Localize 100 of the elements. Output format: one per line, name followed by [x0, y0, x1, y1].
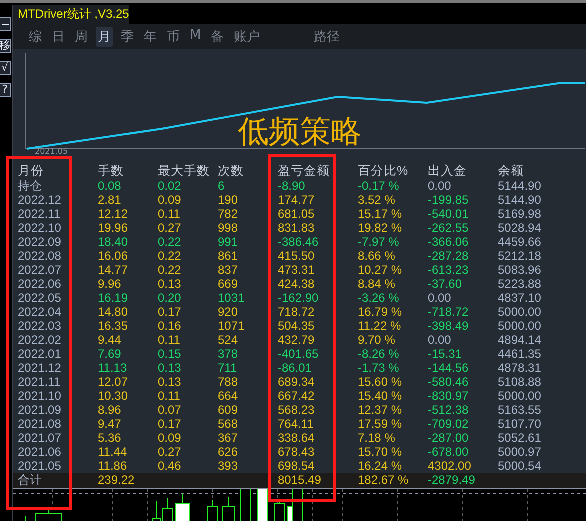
table-cell-text: 4878.31	[498, 361, 542, 375]
table-cell-text: -37.60	[428, 277, 464, 291]
window-title: MTDriver统计 ,V3.25	[13, 5, 130, 24]
axis-label: 2021.05	[35, 147, 68, 156]
table-cell-text: -613.23	[428, 263, 470, 277]
table-cell-text: 861	[218, 249, 240, 263]
table-cell-text: 5212.18	[498, 249, 542, 263]
table-cell-text: 2022.11	[18, 207, 62, 221]
table-cell-text: 5107.70	[498, 417, 542, 431]
table-cell-text: 16.24 %	[358, 459, 404, 473]
table-cell-text: 681.05	[278, 207, 316, 221]
table-cell-text: 5000.00	[498, 319, 542, 333]
table-cell-text: 5000.00	[498, 389, 542, 403]
table-cell-text: 415.50	[278, 249, 316, 263]
table-cell-text: 5000.54	[498, 459, 542, 473]
table-cell-text: -709.02	[428, 417, 470, 431]
column-header: 出入金	[428, 163, 468, 179]
table-cell-text: -580.46	[428, 375, 470, 389]
tab[interactable]: 日	[50, 27, 67, 47]
table-cell-text: 2022.10	[18, 221, 62, 235]
tab[interactable]: 路径	[312, 27, 342, 47]
table-cell-text: 568	[218, 417, 240, 431]
table-cell-text: 2022.12	[18, 193, 62, 207]
table-cell-text: 678.43	[278, 445, 316, 459]
table-cell-text: 7.69	[98, 347, 122, 361]
table-cell-text: 12.07	[98, 375, 130, 389]
table-cell-text: 2022.07	[18, 263, 62, 277]
table-cell-text: 0.46	[158, 459, 182, 473]
table-cell-text: 16.06	[98, 249, 130, 263]
table-cell-text: 0.11	[158, 389, 182, 403]
table-cell-text: 2021.09	[18, 403, 62, 417]
table-cell-text: 15.40 %	[358, 389, 404, 403]
table-cell-text: -0.17 %	[358, 179, 400, 193]
table-cell-text: 698.54	[278, 459, 316, 473]
table-cell-text: 4837.10	[498, 291, 542, 305]
table-cell-text: 0.27	[158, 221, 182, 235]
toolbar-button[interactable]: √	[0, 61, 11, 75]
table-cell-text: 504.35	[278, 319, 316, 333]
table-cell-text: 15.17 %	[358, 207, 404, 221]
table-cell-text: 11.44	[98, 445, 128, 459]
table-cell-text: 2021.05	[18, 459, 62, 473]
table-cell-text: 0.15	[158, 347, 182, 361]
table-cell-text: 5144.90	[498, 193, 542, 207]
table-cell-text: 11.13	[98, 361, 128, 375]
table-cell-text: 5000.97	[498, 445, 542, 459]
table-cell-text: 4894.14	[498, 333, 542, 347]
table-cell-text: 15.70 %	[358, 445, 404, 459]
table-cell-text: -386.46	[278, 235, 320, 249]
table-cell-text: 11.86	[98, 459, 128, 473]
tab[interactable]: 备	[209, 27, 226, 47]
tab[interactable]: 周	[73, 27, 90, 47]
table-cell-text: 5108.88	[498, 375, 542, 389]
table-cell-text: 0.02	[158, 179, 182, 193]
table-cell-text: -262.55	[428, 221, 470, 235]
tab[interactable]: M	[188, 27, 204, 47]
table-cell-text: 9.47	[98, 417, 122, 431]
table-cell-text: 5144.90	[498, 179, 542, 193]
table-cell-text: 5223.88	[498, 277, 542, 291]
table-cell-text: 0.13	[158, 375, 182, 389]
table-cell-text: 0.13	[158, 361, 182, 375]
table-cell-text: 5052.61	[498, 431, 542, 445]
table-cell-text: 2021.11	[18, 375, 62, 389]
table-cell-text: 0.00	[428, 291, 452, 305]
tab[interactable]: 月	[96, 27, 113, 47]
table-cell-text: -162.90	[278, 291, 320, 305]
tab[interactable]: 年	[142, 27, 159, 47]
table-cell-text: -830.97	[428, 389, 470, 403]
tab[interactable]: 币	[165, 27, 182, 47]
tab[interactable]: 账户	[232, 27, 262, 47]
table-cell-text: 393	[218, 459, 240, 473]
table-cell-text: 合计	[18, 473, 43, 488]
table-cell-text: 5.36	[98, 431, 122, 445]
table-cell-text: 2022.08	[18, 249, 62, 263]
table-cell-text: 2021.07	[18, 431, 62, 445]
table-cell-text: 689.34	[278, 375, 316, 389]
table-cell-text: 5163.55	[498, 403, 542, 417]
table-cell-text: -3.26 %	[358, 291, 400, 305]
table-cell-text: 17.59 %	[358, 417, 404, 431]
table-cell-text: 6	[218, 179, 226, 193]
table-cell-text: 9.44	[98, 333, 122, 347]
table-cell-text: -7.97 %	[358, 235, 400, 249]
column-header: 最大手数	[158, 163, 211, 179]
minimize-icon[interactable]	[0, 17, 11, 31]
table-cell-text: 998	[218, 221, 240, 235]
table-cell-text: 2022.09	[18, 235, 62, 249]
table-cell-text: 1031	[218, 291, 246, 305]
table-cell-text: 11.22 %	[358, 319, 402, 333]
table-cell-text: 5169.98	[498, 207, 542, 221]
column-header: 手数	[98, 163, 125, 179]
table-cell-text: 920	[218, 305, 240, 319]
table-cell-text: -540.01	[428, 207, 470, 221]
tab[interactable]: 季	[119, 27, 136, 47]
table-cell-text: 3.52 %	[358, 193, 396, 207]
table-cell-text: 4302.00	[428, 459, 472, 473]
table-cell-text: 7.18 %	[358, 431, 396, 445]
toolbar-button[interactable]: ?	[0, 83, 11, 97]
table-cell-text: 0.13	[158, 277, 182, 291]
table-cell-text: 991	[218, 235, 240, 249]
table-cell-text: 0.11	[158, 333, 182, 347]
tab[interactable]: 综	[27, 27, 44, 47]
